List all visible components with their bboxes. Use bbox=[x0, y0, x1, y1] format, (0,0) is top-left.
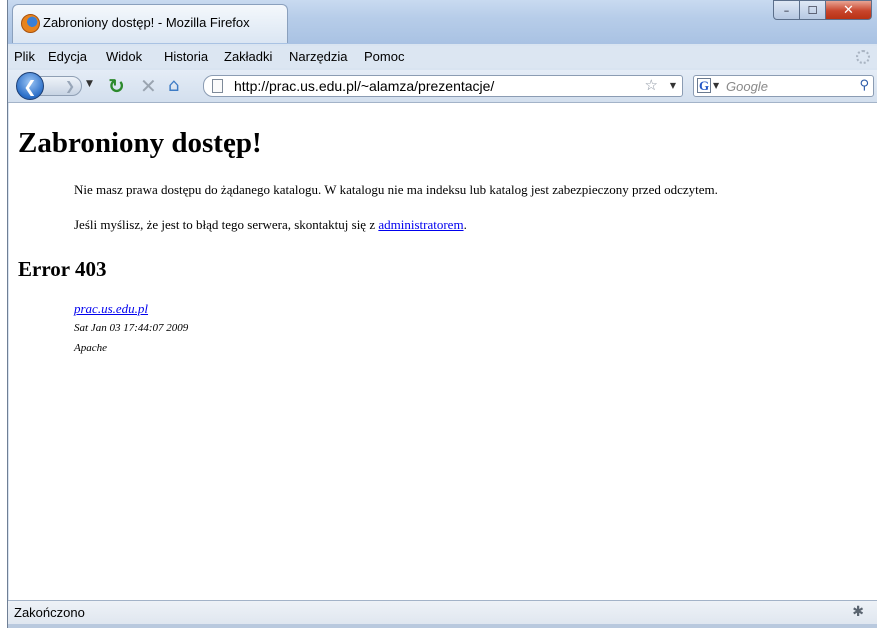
search-icon[interactable]: ⚲ bbox=[859, 78, 869, 93]
message-paragraph: Nie masz prawa dostępu do żądanego katal… bbox=[74, 182, 718, 197]
reload-button[interactable]: ↻ bbox=[108, 74, 125, 98]
engine-dropdown-icon[interactable]: ▼ bbox=[713, 81, 719, 90]
contact-paragraph: Jeśli myślisz, że jest to błąd tego serw… bbox=[74, 217, 467, 233]
server-link[interactable]: prac.us.edu.pl bbox=[74, 301, 148, 316]
server-address: prac.us.edu.pl bbox=[74, 301, 148, 317]
page-icon bbox=[212, 79, 223, 93]
bookmark-star-icon[interactable]: ☆ bbox=[645, 76, 658, 94]
browser-window: Zabroniony dostęp! - Mozilla Firefox – ☐… bbox=[7, 0, 877, 628]
window-bottom-edge bbox=[8, 624, 877, 628]
navigation-toolbar: ❯ ❮ ▼ ↻ ✕ ⌂ http://prac.us.edu.pl/~alamz… bbox=[8, 70, 877, 103]
url-dropdown-icon[interactable]: ▼ bbox=[670, 81, 676, 90]
back-button[interactable]: ❮ bbox=[16, 72, 44, 100]
contact-suffix: . bbox=[463, 217, 467, 232]
minimize-button[interactable]: – bbox=[773, 0, 800, 20]
home-button[interactable]: ⌂ bbox=[168, 75, 179, 96]
page-title: Zabroniony dostęp! bbox=[18, 127, 262, 159]
history-dropdown-icon[interactable]: ▼ bbox=[86, 79, 93, 89]
error-date: Sat Jan 03 17:44:07 2009 bbox=[74, 322, 189, 334]
firefox-logo-icon bbox=[21, 14, 40, 33]
title-bar: Zabroniony dostęp! - Mozilla Firefox – ☐… bbox=[8, 0, 877, 44]
status-text: Zakończono bbox=[14, 605, 85, 620]
search-input[interactable]: Google bbox=[726, 79, 768, 94]
server-software: Apache bbox=[74, 342, 107, 354]
status-bar: Zakończono ✱ bbox=[8, 600, 877, 625]
url-bar[interactable]: http://prac.us.edu.pl/~alamza/prezentacj… bbox=[203, 75, 683, 97]
window-title: Zabroniony dostęp! - Mozilla Firefox bbox=[43, 15, 250, 30]
menu-widok[interactable]: Widok bbox=[106, 49, 142, 64]
throbber-icon bbox=[856, 50, 870, 64]
menu-bar: Plik Edycja Widok Historia Zakładki Narz… bbox=[8, 46, 877, 68]
menu-plik[interactable]: Plik bbox=[14, 49, 35, 64]
contact-text: Jeśli myślisz, że jest to błąd tego serw… bbox=[74, 217, 379, 232]
bug-icon[interactable]: ✱ bbox=[852, 604, 864, 620]
page-content: Zabroniony dostęp! Nie masz prawa dostęp… bbox=[9, 103, 877, 600]
google-engine-icon[interactable]: G bbox=[697, 78, 711, 93]
search-bar[interactable]: G ▼ Google ⚲ bbox=[693, 75, 874, 97]
url-input[interactable]: http://prac.us.edu.pl/~alamza/prezentacj… bbox=[234, 78, 494, 94]
stop-button[interactable]: ✕ bbox=[140, 74, 157, 98]
menu-narzedzia[interactable]: Narzędzia bbox=[289, 49, 348, 64]
administrator-link[interactable]: administratorem bbox=[378, 217, 463, 232]
forward-button[interactable]: ❯ bbox=[38, 76, 82, 96]
menu-pomoc[interactable]: Pomoc bbox=[364, 49, 404, 64]
menu-edycja[interactable]: Edycja bbox=[48, 49, 87, 64]
menu-historia[interactable]: Historia bbox=[164, 49, 208, 64]
title-tab: Zabroniony dostęp! - Mozilla Firefox bbox=[12, 4, 288, 43]
menu-zakladki[interactable]: Zakładki bbox=[224, 49, 272, 64]
maximize-button[interactable]: ☐ bbox=[799, 0, 826, 20]
close-button[interactable]: ✕ bbox=[825, 0, 872, 20]
error-heading: Error 403 bbox=[18, 257, 107, 281]
